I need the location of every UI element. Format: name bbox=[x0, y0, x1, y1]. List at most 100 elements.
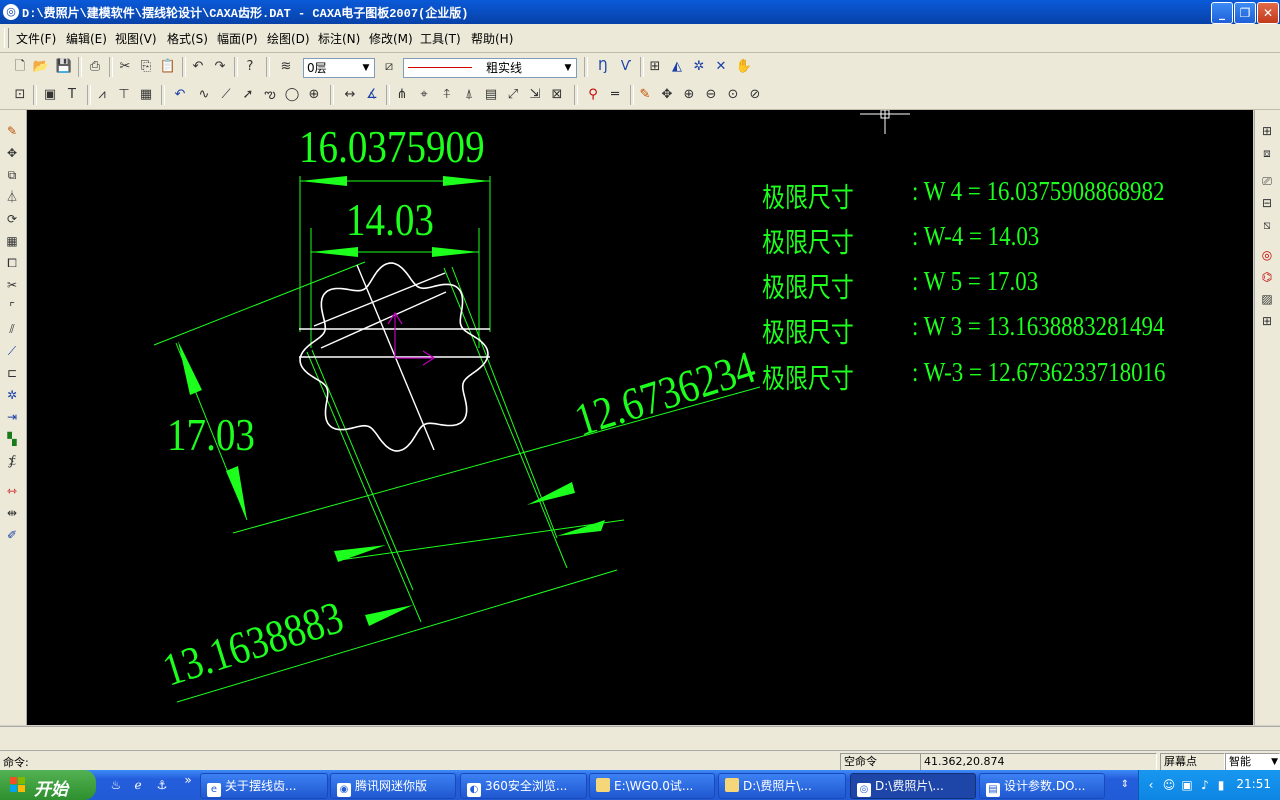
center-line-icon[interactable]: ⊕ bbox=[305, 86, 323, 104]
pencil-icon[interactable]: ✎ bbox=[636, 86, 654, 104]
mirror-icon[interactable]: ⍋ bbox=[460, 86, 478, 104]
close-button[interactable]: ✕ bbox=[1257, 2, 1279, 24]
move-icon[interactable]: ✥ bbox=[3, 144, 21, 162]
undo-icon[interactable]: ↶ bbox=[189, 58, 207, 76]
zoom-all-icon[interactable]: ⊙ bbox=[724, 86, 742, 104]
layer-manager-icon[interactable]: ≋ bbox=[277, 58, 295, 76]
caxa-app-icon[interactable]: ◎ bbox=[3, 4, 19, 20]
chevron-down-icon[interactable]: ▼ bbox=[560, 59, 576, 77]
spline-icon[interactable]: ∿ bbox=[195, 86, 213, 104]
menu-edit[interactable]: 编辑(E) bbox=[66, 30, 107, 47]
command-input[interactable] bbox=[40, 753, 838, 769]
rotate-icon[interactable]: ⟳ bbox=[3, 210, 21, 228]
arrow-icon[interactable]: ➚ bbox=[239, 86, 257, 104]
mirror-icon[interactable]: ⏃ bbox=[3, 188, 21, 206]
quicklaunch-more[interactable]: » bbox=[180, 772, 196, 788]
zoom-in-icon[interactable]: ⊕ bbox=[680, 86, 698, 104]
fillet-icon[interactable]: ⌜ bbox=[3, 298, 21, 316]
view-icon[interactable]: ⎚ bbox=[1258, 172, 1276, 190]
copy-icon[interactable]: ⎘ bbox=[137, 58, 155, 76]
menu-format[interactable]: 格式(S) bbox=[167, 30, 208, 47]
dimension-edit-icon[interactable]: ⤢ bbox=[504, 86, 522, 104]
scale-icon[interactable]: ⇲ bbox=[526, 86, 544, 104]
explode-icon[interactable]: ✲ bbox=[3, 386, 21, 404]
block-insert-icon[interactable]: ⊞ bbox=[1258, 122, 1276, 140]
dim-space-icon[interactable]: ⇹ bbox=[3, 504, 21, 522]
text-style-icon[interactable]: Ѵ bbox=[617, 58, 635, 76]
open-file-icon[interactable]: 📂 bbox=[32, 58, 50, 76]
circle-icon[interactable]: ◯ bbox=[283, 86, 301, 104]
copy-move-icon[interactable]: ⧉ bbox=[3, 166, 21, 184]
image-icon[interactable]: ▤ bbox=[482, 86, 500, 104]
block-icon[interactable]: ⌖ bbox=[415, 86, 433, 104]
tray-qq-icon[interactable]: ☺ bbox=[1161, 777, 1177, 793]
help-icon[interactable]: ? bbox=[241, 58, 259, 76]
menu-dimension[interactable]: 标注(N) bbox=[318, 30, 360, 47]
extend-icon[interactable]: ⫽ bbox=[3, 320, 21, 338]
break-icon[interactable]: ⟋ bbox=[3, 342, 21, 360]
chevron-down-icon[interactable]: ▼ bbox=[358, 59, 374, 77]
taskbar-scroll-icon[interactable]: ⇕ bbox=[1117, 777, 1133, 793]
offset-icon[interactable]: ⍏ bbox=[438, 86, 456, 104]
match-icon[interactable]: ▚ bbox=[3, 430, 21, 448]
curve-icon[interactable]: ఌ bbox=[261, 86, 279, 104]
task-button[interactable]: D:\费照片\... bbox=[718, 773, 846, 799]
save-icon[interactable]: 💾 bbox=[55, 58, 73, 76]
snap-icon[interactable]: ✕ bbox=[712, 58, 730, 76]
drag-tool-icon[interactable]: ✋ bbox=[735, 58, 753, 76]
menu-tools[interactable]: 工具(T) bbox=[420, 30, 461, 47]
task-button[interactable]: ▤ 设计参数.DO... bbox=[979, 773, 1105, 799]
task-button-active[interactable]: ◎ D:\费照片\... bbox=[850, 773, 976, 799]
tray-expand-icon[interactable]: ‹ bbox=[1143, 777, 1159, 793]
scale-icon[interactable]: ⧠ bbox=[3, 254, 21, 272]
task-button[interactable]: E:\WG0.0试... bbox=[589, 773, 715, 799]
dim-edit-icon[interactable]: ⇿ bbox=[3, 482, 21, 500]
zoom-previous-icon[interactable]: ⊘ bbox=[746, 86, 764, 104]
symbol-icon[interactable]: ⊞ bbox=[1258, 312, 1276, 330]
zoom-out-icon[interactable]: ⊖ bbox=[702, 86, 720, 104]
angle-dimension-icon[interactable]: ∡ bbox=[363, 86, 381, 104]
snap-settings-icon[interactable]: ⊡ bbox=[11, 86, 29, 104]
zoom-frame-icon[interactable]: ▣ bbox=[41, 86, 59, 104]
linestyle-select[interactable]: 粗实线 ▼ bbox=[403, 58, 577, 78]
line-type-icon[interactable]: ⧄ bbox=[380, 58, 398, 76]
tolerance-icon[interactable]: ◎ bbox=[1258, 246, 1276, 264]
cube-icon[interactable]: ⧈ bbox=[1258, 144, 1276, 162]
layout-icon[interactable]: ⊟ bbox=[1258, 194, 1276, 212]
task-button[interactable]: ◐ 360安全浏览... bbox=[460, 773, 587, 799]
minimize-button[interactable]: _ bbox=[1211, 2, 1233, 24]
layer-select[interactable]: 0层 ▼ bbox=[303, 58, 375, 78]
snap-mode-select[interactable]: 智能 ▼ bbox=[1225, 753, 1280, 771]
array-icon[interactable]: ▦ bbox=[3, 232, 21, 250]
menu-draw[interactable]: 绘图(D) bbox=[267, 30, 310, 47]
redo-icon[interactable]: ↷ bbox=[211, 58, 229, 76]
paste-icon[interactable]: 📋 bbox=[159, 58, 177, 76]
tray-signal-icon[interactable]: ▮ bbox=[1213, 777, 1229, 793]
drawing-canvas[interactable]: 16.0375909 14.03 17.03 12.6736234 13.163… bbox=[27, 110, 1253, 725]
menu-file[interactable]: 文件(F) bbox=[16, 30, 56, 47]
color-icon[interactable]: ◭ bbox=[668, 58, 686, 76]
task-button[interactable]: e 关于摆线齿... bbox=[200, 773, 328, 799]
menu-modify[interactable]: 修改(M) bbox=[369, 30, 413, 47]
chevron-down-icon[interactable]: ▼ bbox=[1271, 754, 1278, 770]
line-icon[interactable]: ⟋ bbox=[217, 86, 235, 104]
divide-icon[interactable]: ⨋ bbox=[3, 452, 21, 470]
tray-volume-icon[interactable]: ♪ bbox=[1197, 777, 1213, 793]
menu-help[interactable]: 帮助(H) bbox=[471, 30, 513, 47]
menu-view[interactable]: 视图(V) bbox=[115, 30, 157, 47]
title-block-icon[interactable]: T bbox=[63, 86, 81, 104]
dimension-style-icon[interactable]: Ŋ bbox=[594, 58, 612, 76]
table-icon[interactable]: ⊤ bbox=[115, 86, 133, 104]
toolbar-grip[interactable] bbox=[4, 28, 9, 48]
cut-icon[interactable]: ✂ bbox=[116, 58, 134, 76]
task-button[interactable]: ◉ 腾讯网迷你版 bbox=[330, 773, 456, 799]
hatch-icon[interactable]: ⋔ bbox=[393, 86, 411, 104]
roughness-icon[interactable]: ⌬ bbox=[1258, 268, 1276, 286]
erase-icon[interactable]: ✎ bbox=[3, 122, 21, 140]
align-icon[interactable]: ⇥ bbox=[3, 408, 21, 426]
settings-icon[interactable]: ✲ bbox=[690, 58, 708, 76]
tray-network-icon[interactable]: ▣ bbox=[1179, 777, 1195, 793]
quicklaunch-icon[interactable]: ♨ bbox=[108, 777, 124, 793]
polyline-icon[interactable]: ⩘ bbox=[93, 86, 111, 104]
start-button[interactable]: 开始 bbox=[0, 770, 96, 800]
